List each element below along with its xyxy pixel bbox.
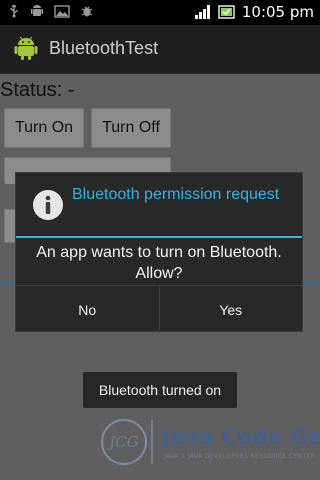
app-title: BluetoothTest [49, 38, 159, 58]
permission-dialog: Bluetooth permission request An app want… [15, 172, 303, 333]
image-icon [54, 5, 70, 18]
turn-off-button[interactable]: Turn Off [91, 108, 171, 148]
clock: 10:05 pm [241, 3, 314, 21]
android-debug-icon [31, 5, 43, 16]
dialog-title-divider [16, 236, 302, 238]
dialog-title: Bluetooth permission request [72, 186, 280, 203]
status-label: Status: - [0, 79, 75, 101]
signal-icon [194, 5, 210, 19]
action-bar: BluetoothTest [0, 25, 320, 74]
svg-text:JAVA 2 JAVA DEVELOPERS RESOURC: JAVA 2 JAVA DEVELOPERS RESOURCE CENTER [163, 453, 315, 460]
no-button[interactable]: No [16, 286, 159, 333]
bug-icon [81, 6, 93, 17]
svg-text:Java Code Geeks: Java Code Geeks [160, 425, 320, 449]
turn-on-button[interactable]: Turn On [4, 108, 84, 148]
svg-text:JCG: JCG [106, 433, 138, 451]
dialog-message: An app wants to turn on Bluetooth. Allow… [36, 244, 282, 282]
usb-icon [10, 4, 18, 18]
battery-icon [218, 5, 235, 19]
status-bar: 10:05 pm [0, 0, 320, 25]
info-icon [33, 190, 63, 220]
toast-message: Bluetooth turned on [83, 372, 237, 408]
yes-button[interactable]: Yes [158, 286, 303, 333]
java-code-geeks-logo: JCG Java Code Geeks JAVA 2 JAVA DEVELOPE… [101, 419, 320, 465]
dialog-button-bar: No Yes [16, 285, 302, 333]
android-app-icon [14, 36, 38, 60]
